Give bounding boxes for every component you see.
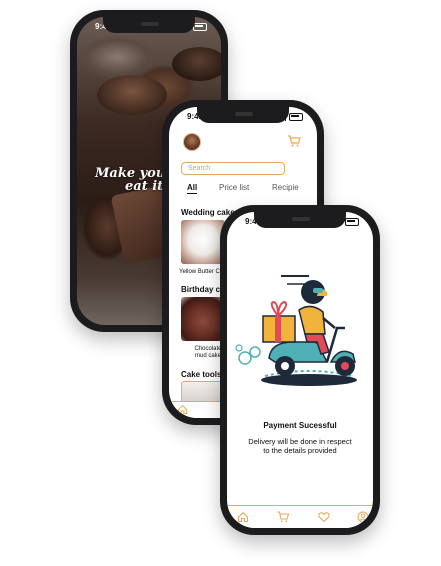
battery-icon [289, 113, 303, 121]
tab-price-list[interactable]: Price list [219, 183, 249, 192]
catalog-header [183, 133, 305, 153]
muffin-image [97, 75, 167, 115]
home-icon[interactable] [237, 511, 249, 523]
avatar[interactable] [183, 133, 201, 151]
profile-icon[interactable] [357, 511, 369, 523]
section-title: Birthday ca [181, 285, 225, 294]
delivery-scooter-illustration [235, 275, 357, 386]
notch [103, 17, 195, 33]
section-title: Cake tools [181, 370, 222, 379]
payment-success-screen: 9:41 Payment Sucessful Delivery will be … [227, 212, 373, 528]
tab-all[interactable]: All [187, 183, 198, 194]
chocolate-cake-image[interactable] [181, 297, 225, 341]
battery-icon [345, 218, 359, 226]
tab-recipie[interactable]: Recipie [272, 183, 299, 192]
delivery-message: Delivery will be done in respect to the … [237, 437, 363, 455]
notch [197, 107, 289, 123]
payment-success-title: Payment Sucessful [263, 421, 337, 430]
heart-icon[interactable] [318, 511, 330, 523]
search-input[interactable]: Search [181, 162, 285, 175]
phone-payment-screen: 9:41 Payment Sucessful Delivery will be … [220, 205, 380, 535]
cart-icon[interactable] [277, 511, 289, 523]
delivery-message-line: Delivery will be done in respect [248, 437, 352, 446]
wedding-cake-image[interactable] [181, 220, 225, 264]
cart-icon[interactable] [287, 135, 301, 147]
notch [254, 212, 346, 228]
delivery-message-line: to the details provided [263, 446, 337, 455]
battery-icon [193, 23, 207, 31]
muffin-image [172, 47, 221, 81]
bottom-navigation [227, 505, 373, 528]
home-icon[interactable] [177, 404, 188, 415]
category-tabs: All Price list Recipie [169, 183, 317, 197]
